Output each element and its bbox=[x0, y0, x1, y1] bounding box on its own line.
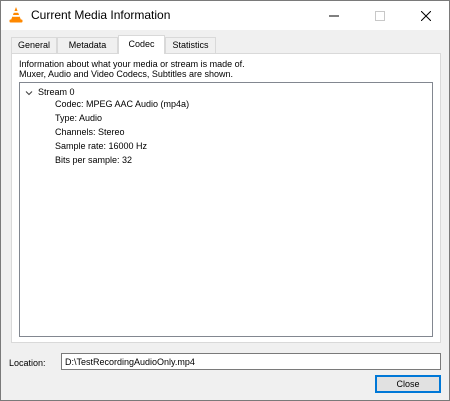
codec-panel: Information about what your media or str… bbox=[11, 53, 441, 343]
tree-item-codec[interactable]: Codec: MPEG AAC Audio (mp4a) bbox=[55, 98, 189, 110]
tree-node-label: Stream 0 bbox=[38, 87, 75, 97]
tree-item-sample-rate[interactable]: Sample rate: 16000 Hz bbox=[55, 140, 147, 152]
close-button[interactable]: Close bbox=[375, 375, 441, 393]
tab-general[interactable]: General bbox=[11, 37, 57, 53]
minimize-icon bbox=[329, 15, 339, 16]
tree-item-bits-per-sample[interactable]: Bits per sample: 32 bbox=[55, 154, 132, 166]
description-line: Information about what your media or str… bbox=[19, 59, 245, 69]
codec-description: Information about what your media or str… bbox=[19, 59, 429, 79]
vlc-cone-icon bbox=[9, 7, 23, 23]
tree-item-channels[interactable]: Channels: Stereo bbox=[55, 126, 125, 138]
location-field[interactable] bbox=[61, 353, 441, 370]
tree-item-type[interactable]: Type: Audio bbox=[55, 112, 102, 124]
tab-codec[interactable]: Codec bbox=[118, 35, 165, 54]
description-line: Muxer, Audio and Video Codecs, Subtitles… bbox=[19, 69, 233, 79]
window-title: Current Media Information bbox=[31, 8, 171, 22]
tab-metadata[interactable]: Metadata bbox=[57, 37, 118, 53]
title-bar[interactable]: Current Media Information bbox=[1, 1, 449, 30]
maximize-icon bbox=[375, 10, 385, 21]
close-icon bbox=[421, 10, 431, 21]
chevron-down-icon[interactable] bbox=[24, 88, 34, 98]
close-window-button[interactable] bbox=[403, 1, 449, 30]
maximize-button[interactable] bbox=[357, 1, 403, 30]
location-label: Location: bbox=[9, 358, 46, 368]
minimize-button[interactable] bbox=[311, 1, 357, 30]
tab-statistics[interactable]: Statistics bbox=[165, 37, 216, 53]
media-info-window: Current Media Information General Metada… bbox=[0, 0, 450, 401]
stream-tree[interactable]: Stream 0 Codec: MPEG AAC Audio (mp4a) Ty… bbox=[19, 82, 433, 337]
tree-node-stream-0[interactable]: Stream 0 bbox=[24, 86, 75, 98]
